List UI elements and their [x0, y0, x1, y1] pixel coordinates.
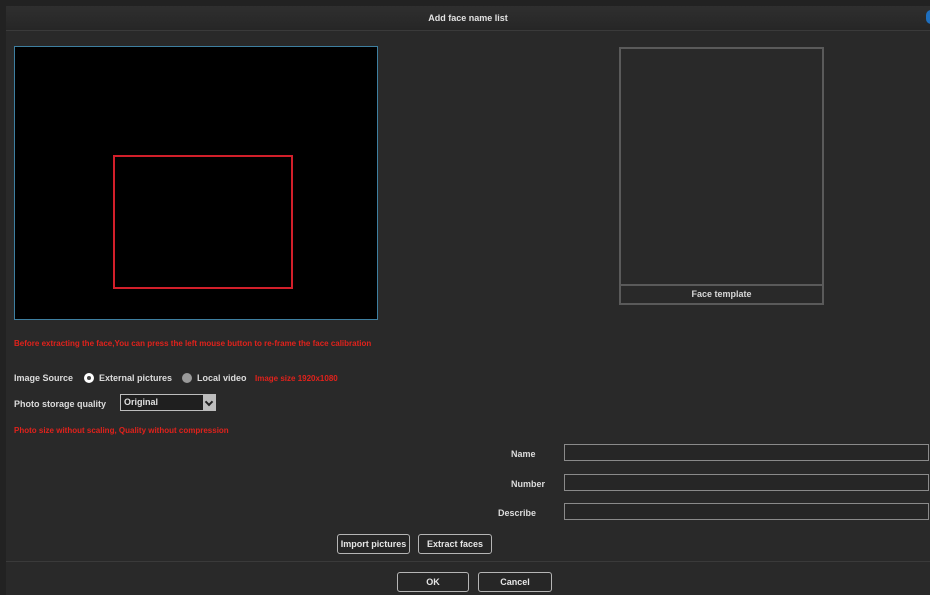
face-calibration-frame[interactable]: [113, 155, 293, 289]
photo-quality-value: Original: [124, 397, 159, 407]
external-pictures-label[interactable]: External pictures: [99, 373, 172, 383]
name-label: Name: [511, 449, 536, 459]
add-face-dialog: Add face name list Face template Before …: [6, 6, 930, 595]
describe-field[interactable]: [564, 503, 929, 520]
photo-quality-label: Photo storage quality: [14, 399, 107, 409]
quality-note: Photo size without scaling, Quality with…: [14, 426, 229, 435]
image-size-note: Image size 1920x1080: [255, 374, 338, 383]
footer-divider: [6, 561, 930, 562]
import-pictures-button[interactable]: Import pictures: [337, 534, 410, 554]
number-field[interactable]: [564, 474, 929, 491]
window-corner-indicator: [926, 10, 930, 24]
name-field[interactable]: [564, 444, 929, 461]
local-video-label[interactable]: Local video: [197, 373, 247, 383]
photo-quality-select[interactable]: Original: [120, 394, 216, 411]
image-preview-canvas[interactable]: [14, 46, 378, 320]
describe-label: Describe: [498, 508, 537, 518]
chevron-down-icon[interactable]: [203, 395, 215, 410]
image-source-label: Image Source: [14, 373, 74, 383]
radio-local-video[interactable]: [182, 373, 192, 383]
face-template-label: Face template: [621, 284, 822, 303]
face-template-box: Face template: [619, 47, 824, 305]
dialog-title: Add face name list: [6, 6, 930, 31]
reframe-hint: Before extracting the face,You can press…: [14, 339, 372, 348]
ok-button[interactable]: OK: [397, 572, 469, 592]
number-label: Number: [511, 479, 546, 489]
radio-external-pictures[interactable]: [84, 373, 94, 383]
extract-faces-button[interactable]: Extract faces: [418, 534, 492, 554]
cancel-button[interactable]: Cancel: [478, 572, 552, 592]
